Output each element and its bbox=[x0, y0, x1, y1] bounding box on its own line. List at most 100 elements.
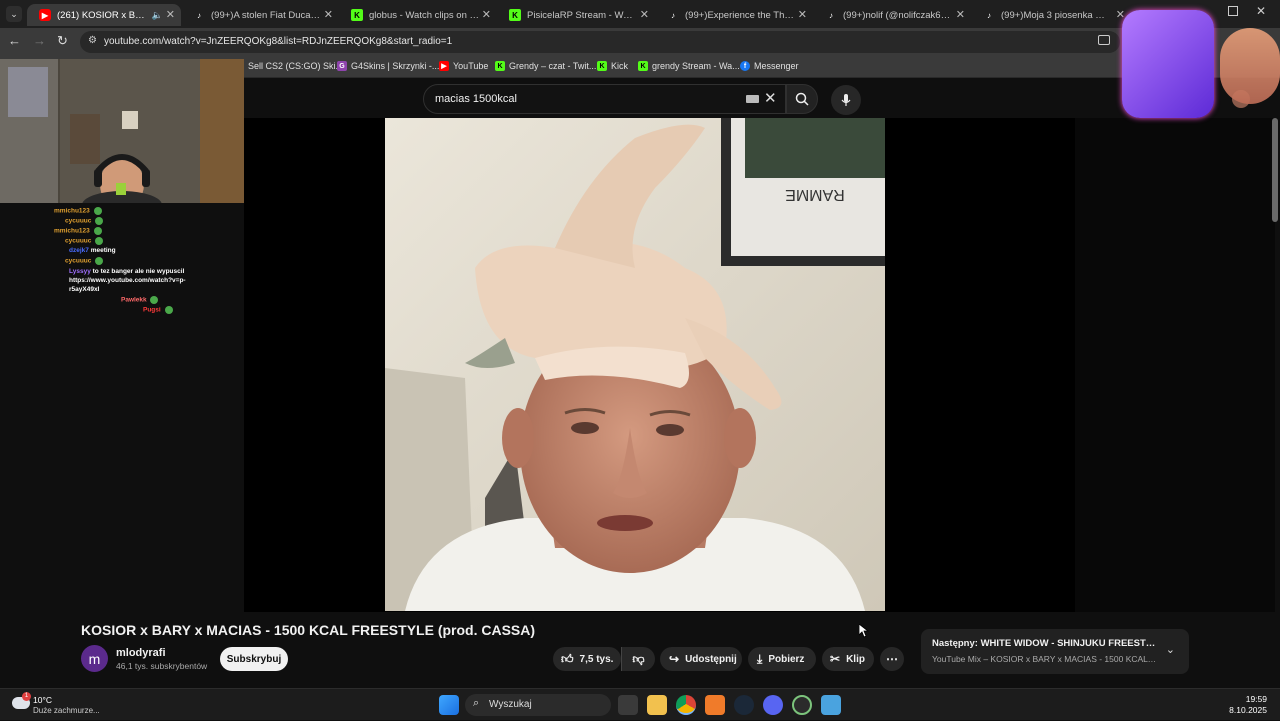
browser-toolbar: ← → ↻ ⚙ youtube.com/watch?v=JnZEERQOKg8&… bbox=[0, 28, 1280, 56]
app-icon-orange[interactable] bbox=[705, 695, 725, 715]
close-icon[interactable]: ✕ bbox=[798, 8, 807, 21]
restore-window-icon[interactable] bbox=[1228, 6, 1238, 16]
keyboard-icon[interactable] bbox=[746, 95, 759, 103]
kick-icon: K bbox=[509, 9, 521, 21]
bookmark-grendy-czat[interactable]: K Grendy – czat - Twit... bbox=[495, 61, 596, 71]
start-icon[interactable] bbox=[439, 695, 459, 715]
tab-kick-globus[interactable]: K globus - Watch clips on Kick ✕ bbox=[339, 4, 497, 26]
kick-icon: K bbox=[495, 61, 505, 71]
bookmark-skinport[interactable]: S Sell CS2 (CS:GO) Ski... bbox=[234, 61, 343, 71]
close-icon[interactable]: ✕ bbox=[482, 8, 491, 21]
clip-button[interactable]: ✂ Klip bbox=[822, 647, 874, 671]
emote-icon bbox=[95, 217, 104, 225]
notepad-icon[interactable] bbox=[821, 695, 841, 715]
clear-search-icon[interactable]: ✕ bbox=[764, 89, 777, 107]
chat-message: cycuuuc bbox=[65, 257, 104, 265]
channel-avatar[interactable]: m bbox=[81, 645, 108, 672]
search-button[interactable] bbox=[786, 84, 818, 114]
dislike-button[interactable]: 👎︎ bbox=[621, 647, 655, 671]
emote-icon bbox=[150, 296, 159, 304]
subscribe-button[interactable]: Subskrybuj bbox=[220, 647, 288, 671]
scissors-icon: ✂ bbox=[830, 652, 841, 666]
svg-text:RAMME: RAMME bbox=[785, 186, 845, 203]
chat-message: mmichu123 bbox=[54, 207, 102, 215]
webcam-overlay bbox=[0, 59, 244, 203]
page-scrollbar[interactable] bbox=[1272, 118, 1278, 222]
browser-tab-strip: ⌄ ▶ (261) KOSIOR x BARY x MAC 🔈 ✕ ♪ (99+… bbox=[0, 0, 1280, 28]
address-bar[interactable]: ⚙ youtube.com/watch?v=JnZEERQOKg8&list=R… bbox=[80, 31, 1120, 53]
close-icon[interactable]: ✕ bbox=[166, 8, 175, 21]
chevron-down-icon[interactable]: ⌄ bbox=[1166, 643, 1175, 656]
tab-kick-pisicela[interactable]: K PisicelaRP Stream - Watch Live ✕ bbox=[497, 4, 655, 26]
taskbar: 1 10°C Duże zachmurze... ⌕ Wyszukaj 19:5… bbox=[0, 688, 1280, 720]
discord-icon[interactable] bbox=[763, 695, 783, 715]
share-icon: ↪ bbox=[669, 652, 680, 666]
reload-icon[interactable]: ↻ bbox=[57, 33, 68, 49]
search-input[interactable]: macias 1500kcal ✕ bbox=[423, 84, 786, 114]
voice-search-button[interactable] bbox=[831, 85, 861, 115]
stream-chat-overlay: mmichu123 cycuuuc mmichu123 cycuuuc dzej… bbox=[0, 203, 244, 343]
tab-tiktok-fiat[interactable]: ♪ (99+)A stolen Fiat Ducato has c ✕ bbox=[181, 4, 339, 26]
forward-icon[interactable]: → bbox=[33, 33, 46, 48]
bookmark-youtube[interactable]: ▶ YouTube bbox=[439, 61, 488, 71]
more-actions-button[interactable]: ⋯ bbox=[880, 647, 904, 671]
file-explorer-icon[interactable] bbox=[647, 695, 667, 715]
chrome-icon[interactable] bbox=[676, 695, 696, 715]
close-icon[interactable]: ✕ bbox=[956, 8, 965, 21]
up-next-card[interactable]: Następny: WHITE WIDOW - SHINJUKU FREESTY… bbox=[921, 629, 1189, 674]
emote-icon bbox=[95, 257, 104, 265]
video-title: KOSIOR x BARY x MACIAS - 1500 KCAL FREES… bbox=[81, 622, 536, 638]
download-button[interactable]: ⤓ Pobierz bbox=[748, 647, 816, 671]
app-icon-green[interactable] bbox=[792, 695, 812, 715]
thumbs-up-icon: 👍︎ bbox=[561, 651, 574, 666]
stream-overlay-graphic bbox=[1122, 10, 1214, 118]
emote-icon bbox=[164, 306, 173, 314]
video-side-shade bbox=[1075, 118, 1275, 612]
kick-icon: K bbox=[597, 61, 607, 71]
clock[interactable]: 19:59 8.10.2025 bbox=[1229, 694, 1267, 716]
tab-tiktok-piosenka[interactable]: ♪ (99+)Moja 3 piosenka 💗💗 🎶 ✕ bbox=[971, 4, 1131, 26]
youtube-icon: ▶ bbox=[39, 9, 51, 21]
close-window-icon[interactable]: ✕ bbox=[1256, 4, 1266, 18]
tab-youtube-kosior[interactable]: ▶ (261) KOSIOR x BARY x MAC 🔈 ✕ bbox=[27, 4, 181, 26]
close-icon[interactable]: ✕ bbox=[640, 8, 649, 21]
microphone-icon bbox=[841, 94, 851, 106]
tab-search-button[interactable]: ⌄ bbox=[6, 6, 22, 22]
bookmark-messenger[interactable]: f Messenger bbox=[740, 61, 799, 71]
close-icon[interactable]: ✕ bbox=[324, 8, 333, 21]
emote-icon bbox=[93, 207, 102, 215]
steam-icon[interactable] bbox=[734, 695, 754, 715]
channel-name[interactable]: mlodyrafi bbox=[116, 647, 166, 659]
tab-tiktok-experience[interactable]: ♪ (99+)Experience the Thrill of Sp ✕ bbox=[655, 4, 813, 26]
video-frame[interactable]: RAMME bbox=[385, 118, 885, 611]
back-icon[interactable]: ← bbox=[8, 33, 21, 48]
emote-icon bbox=[95, 237, 104, 245]
youtube-icon: ▶ bbox=[439, 61, 449, 71]
site-info-icon[interactable]: ⚙ bbox=[88, 35, 97, 46]
share-button[interactable]: ↪ Udostępnij bbox=[660, 647, 742, 671]
video-frame-image: RAMME bbox=[385, 118, 885, 611]
mouse-cursor bbox=[859, 624, 869, 638]
bookmark-grendy-stream[interactable]: K grendy Stream - Wa... bbox=[638, 61, 740, 71]
tiktok-icon: ♪ bbox=[987, 10, 991, 20]
tiktok-icon: ♪ bbox=[829, 10, 833, 20]
chat-message: Lyssyy to tez banger ale nie wypuscil ht… bbox=[69, 268, 186, 293]
bookmark-kick[interactable]: K Kick bbox=[597, 61, 628, 71]
g4skins-icon: G bbox=[337, 61, 347, 71]
chat-message: cycuuuc bbox=[65, 217, 104, 225]
speaker-icon: 🔈 bbox=[151, 9, 163, 20]
tiktok-icon: ♪ bbox=[671, 10, 675, 20]
cast-icon[interactable] bbox=[1098, 35, 1110, 45]
chat-message: mmichu123 bbox=[54, 227, 102, 235]
weather-widget[interactable]: 1 10°C Duże zachmurze... bbox=[8, 689, 108, 721]
tab-tiktok-nolif[interactable]: ♪ (99+)nolif (@nolifczak666) | Tik ✕ bbox=[813, 4, 971, 26]
taskbar-search-input[interactable]: ⌕ Wyszukaj bbox=[465, 694, 611, 716]
webcam-image bbox=[0, 59, 244, 203]
task-view-icon[interactable] bbox=[618, 695, 638, 715]
bookmark-g4skins[interactable]: G G4Skins | Skrzynki -... bbox=[337, 61, 439, 71]
more-icon: ⋯ bbox=[886, 652, 898, 666]
kick-icon: K bbox=[351, 9, 363, 21]
download-icon: ⤓ bbox=[757, 651, 763, 666]
like-button[interactable]: 👍︎ 7,5 tys. bbox=[553, 647, 621, 671]
subscriber-count: 46,1 tys. subskrybentów bbox=[116, 661, 208, 671]
